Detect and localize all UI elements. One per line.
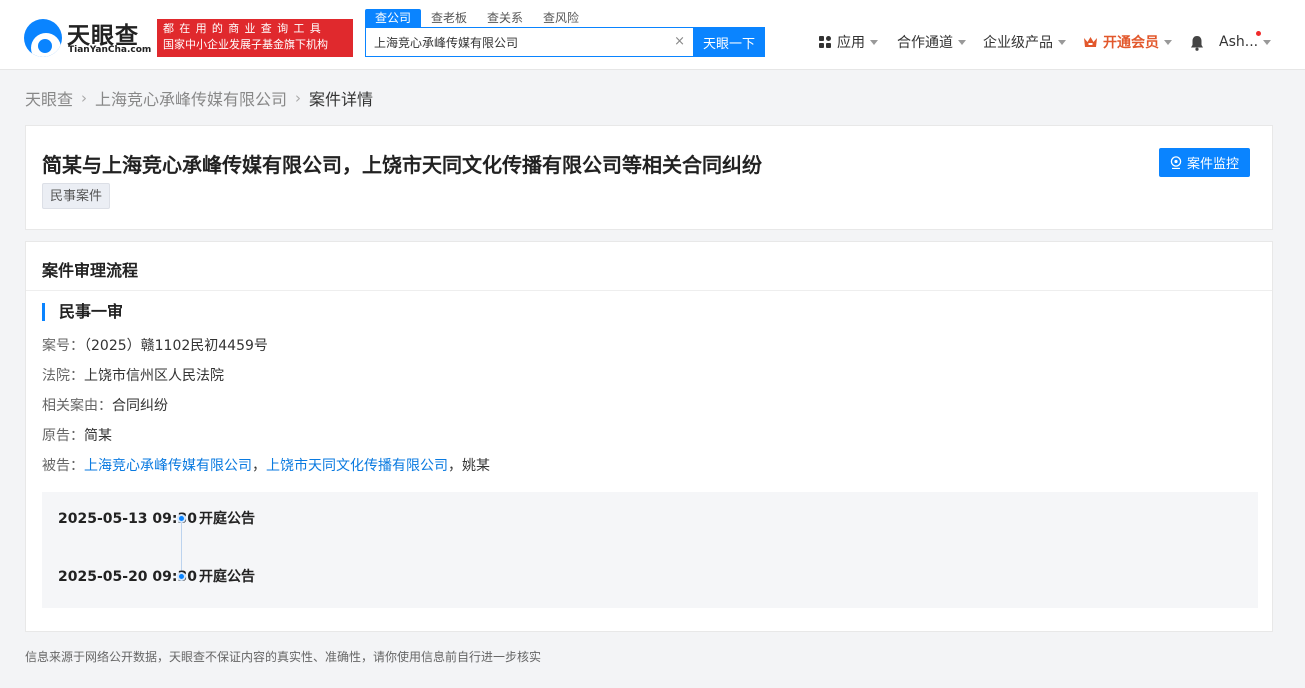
- case-process-card: 案件审理流程 民事一审 案号：（2025）赣1102民初4459号 法院：上饶市…: [25, 241, 1273, 632]
- search-tabs: 查公司 查老板 查关系 查风险: [365, 9, 589, 27]
- case-number: （2025）赣1102民初4459号: [84, 338, 268, 354]
- chevron-down-icon: [1164, 39, 1172, 45]
- chevron-down-icon: [958, 39, 966, 45]
- tab-boss[interactable]: 查老板: [421, 9, 477, 27]
- disclaimer-note: 信息来源于网络公开数据，天眼查不保证内容的真实性、准确性，请你使用信息前自行进一…: [25, 650, 542, 664]
- case-monitor-label: 案件监控: [1186, 157, 1239, 172]
- stage-title: 民事一审: [42, 303, 123, 321]
- hearing-timeline: 2025-05-13 09:30 开庭公告 2025-05-20 09:30 开…: [42, 492, 1258, 608]
- notification-dot: [1256, 31, 1261, 36]
- defendant-name: 姚某: [462, 458, 490, 474]
- court-row: 法院：上饶市信州区人民法院: [42, 367, 224, 385]
- section-title: 案件审理流程: [42, 261, 139, 280]
- chevron-down-icon: [1263, 39, 1272, 45]
- apps-grid-icon: [819, 35, 832, 49]
- plaintiff-row: 原告：简某: [42, 427, 112, 445]
- crown-icon: [1084, 37, 1097, 47]
- nav-user[interactable]: Ash...: [1219, 33, 1272, 51]
- chevron-down-icon: [870, 39, 878, 45]
- court-label: 法院：: [42, 368, 84, 384]
- nav-enterprise[interactable]: 企业级产品: [983, 33, 1066, 51]
- nav-vip[interactable]: 开通会员: [1083, 33, 1172, 51]
- defendant-label: 被告：: [42, 458, 84, 474]
- case-type-badge: 民事案件: [42, 183, 111, 209]
- defendant-link[interactable]: 上饶市天同文化传播有限公司: [266, 458, 448, 474]
- chevron-right-icon: ›: [81, 89, 88, 107]
- nav-apps[interactable]: 应用: [819, 33, 878, 51]
- nav-cooperation-label: 合作通道: [897, 35, 953, 51]
- plaintiff-name: 简某: [84, 428, 112, 444]
- clear-icon[interactable]: ×: [674, 34, 685, 50]
- timeline-item: 2025-05-20 09:30 开庭公告: [42, 567, 1258, 587]
- tab-company[interactable]: 查公司: [365, 9, 422, 27]
- timeline-event: 开庭公告: [199, 569, 255, 585]
- cause-row: 相关案由：合同纠纷: [42, 397, 168, 415]
- user-name: Ash...: [1219, 34, 1259, 50]
- tab-risk[interactable]: 查风险: [533, 9, 589, 27]
- search-input[interactable]: [366, 28, 666, 56]
- logo-domain: TianYanCha.com: [68, 45, 152, 55]
- cause-value: 合同纠纷: [112, 398, 168, 414]
- defendant-link[interactable]: 上海竞心承峰传媒有限公司: [84, 458, 252, 474]
- tab-relation[interactable]: 查关系: [477, 9, 533, 27]
- chevron-right-icon: ›: [295, 89, 302, 107]
- nav-apps-label: 应用: [837, 35, 865, 51]
- case-title: 简某与上海竞心承峰传媒有限公司，上饶市天同文化传播有限公司等相关合同纠纷: [42, 153, 762, 177]
- slogan-line-2: 国家中小企业发展子基金旗下机构: [163, 38, 328, 51]
- search-area: 查公司 查老板 查关系 查风险 × 天眼一下: [365, 9, 765, 57]
- tianyancha-logo[interactable]: 天眼查 TianYanCha.com: [24, 18, 152, 58]
- breadcrumb-current: 案件详情: [309, 90, 374, 109]
- case-number-row: 案号：（2025）赣1102民初4459号: [42, 337, 268, 355]
- nav-enterprise-label: 企业级产品: [983, 35, 1053, 51]
- case-monitor-button[interactable]: 案件监控: [1159, 148, 1250, 177]
- camera-icon: [1170, 156, 1182, 169]
- bell-icon[interactable]: [1190, 35, 1204, 51]
- slogan-banner: 都在用的商业查询工具 国家中小企业发展子基金旗下机构: [157, 19, 353, 57]
- timeline-dot-icon: [177, 572, 186, 581]
- timeline-dot-icon: [177, 514, 186, 523]
- case-number-label: 案号：: [42, 338, 84, 354]
- top-header: 天眼查 TianYanCha.com 都在用的商业查询工具 国家中小企业发展子基…: [0, 0, 1305, 70]
- timeline-item: 2025-05-13 09:30 开庭公告: [42, 509, 1258, 529]
- search-box: ×: [365, 27, 694, 57]
- case-summary-card: 简某与上海竞心承峰传媒有限公司，上饶市天同文化传播有限公司等相关合同纠纷 民事案…: [25, 125, 1273, 230]
- logo-eye-icon: [24, 19, 62, 57]
- section-header: 案件审理流程: [26, 242, 1272, 291]
- plaintiff-label: 原告：: [42, 428, 84, 444]
- search-button[interactable]: 天眼一下: [693, 27, 765, 57]
- breadcrumb-home[interactable]: 天眼查: [25, 86, 73, 110]
- separator: ，: [448, 458, 462, 474]
- nav-vip-label: 开通会员: [1103, 35, 1159, 51]
- timeline-event: 开庭公告: [199, 511, 255, 527]
- court-name: 上饶市信州区人民法院: [84, 368, 224, 384]
- defendant-row: 被告：上海竞心承峰传媒有限公司，上饶市天同文化传播有限公司，姚某: [42, 457, 490, 475]
- slogan-line-1: 都在用的商业查询工具: [163, 22, 326, 35]
- cause-label: 相关案由：: [42, 398, 112, 414]
- chevron-down-icon: [1058, 39, 1066, 45]
- breadcrumb: 天眼查 › 上海竞心承峰传媒有限公司 › 案件详情: [25, 86, 374, 110]
- nav-cooperation[interactable]: 合作通道: [897, 33, 966, 51]
- breadcrumb-company[interactable]: 上海竞心承峰传媒有限公司: [95, 86, 287, 110]
- separator: ，: [252, 458, 266, 474]
